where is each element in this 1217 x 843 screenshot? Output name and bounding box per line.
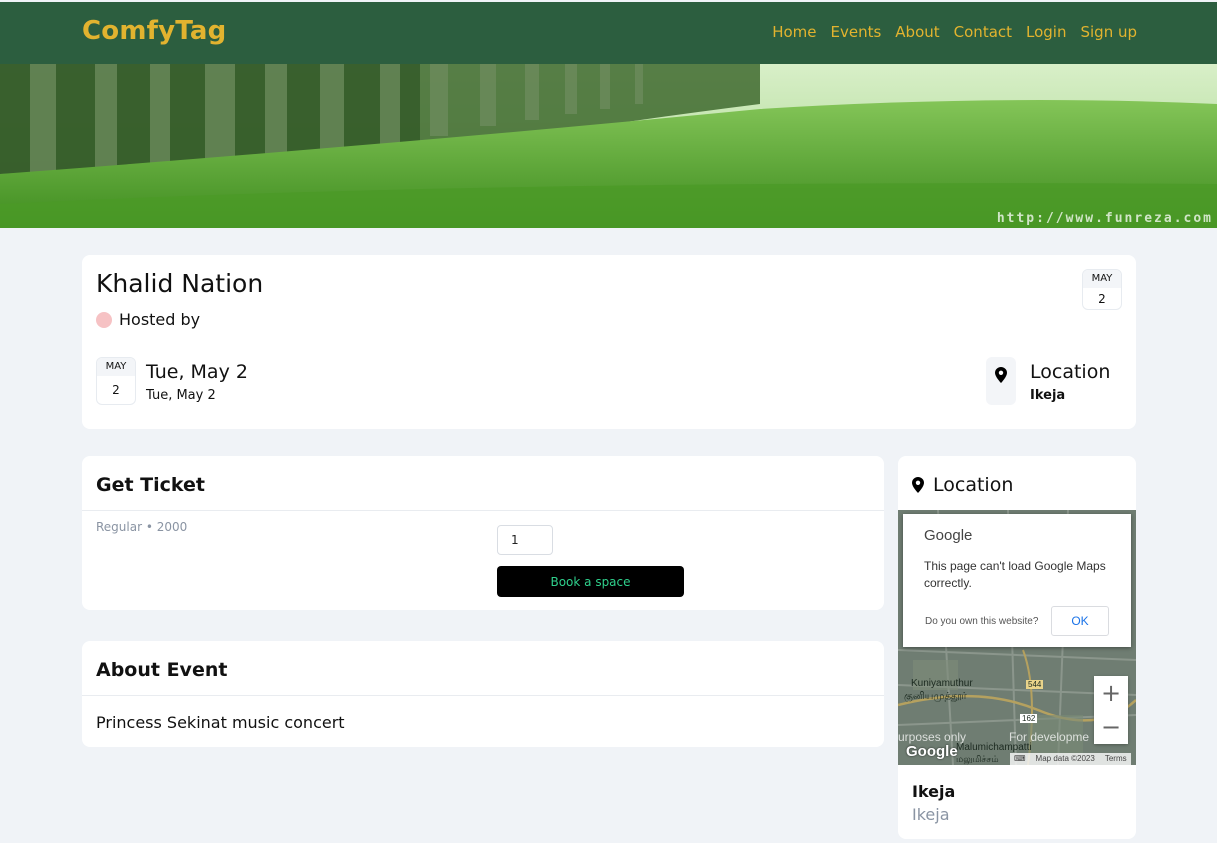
event-date-main: Tue, May 2 xyxy=(146,361,248,383)
host-row: Hosted by xyxy=(96,310,200,329)
calendar-day: 2 xyxy=(112,383,120,397)
map-pin-icon xyxy=(912,477,924,493)
book-space-button[interactable]: Book a space xyxy=(497,566,684,597)
map-dev-watermark-right: For developme xyxy=(1009,730,1090,744)
map-label-malumichampatti-tamil: மலுமிச்சம் xyxy=(956,754,999,764)
map-card-heading: Location xyxy=(912,474,1013,496)
badge-day: 2 xyxy=(1098,292,1106,306)
card-divider xyxy=(82,510,884,511)
about-event-heading: About Event xyxy=(96,659,228,681)
zoom-out-button[interactable]: − xyxy=(1094,710,1128,744)
nav-about-link[interactable]: About xyxy=(895,23,939,41)
dialog-ok-button[interactable]: OK xyxy=(1051,606,1109,636)
event-banner-image: http://www.funreza.com xyxy=(0,64,1217,228)
banner-watermark: http://www.funreza.com xyxy=(996,211,1213,226)
map-place-name: Ikeja xyxy=(912,782,956,801)
nav-home-link[interactable]: Home xyxy=(772,23,816,41)
get-ticket-heading: Get Ticket xyxy=(96,474,206,496)
map-zoom-controls: + − xyxy=(1094,676,1128,744)
map-label-kuniyamuthur-tamil: குனியமுத்தூர் xyxy=(904,691,967,702)
map-terms-link[interactable]: Terms xyxy=(1105,753,1127,765)
map-data-attribution: Map data ©2023 xyxy=(1035,754,1095,763)
location-name: Ikeja xyxy=(1030,388,1066,403)
maps-error-dialog: Google This page can't load Google Maps … xyxy=(903,514,1131,647)
top-navbar: ComfyTag Home Events About Contact Login… xyxy=(0,2,1217,64)
calendar-date-box: MAY 2 xyxy=(96,357,136,405)
ticket-type-label: Regular • 2000 xyxy=(96,520,188,534)
nav-events-link[interactable]: Events xyxy=(831,23,882,41)
event-title: Khalid Nation xyxy=(96,269,264,298)
event-date-badge: MAY 2 xyxy=(1082,269,1122,310)
ticket-quantity-input[interactable] xyxy=(497,525,553,555)
about-event-text: Princess Sekinat music concert xyxy=(96,713,345,732)
zoom-in-button[interactable]: + xyxy=(1094,676,1128,710)
google-map[interactable]: Kuniyamuthur குனியமுத்தூர் 544 162 Malum… xyxy=(898,510,1136,765)
map-dev-watermark-left: urposes only xyxy=(898,730,967,744)
location-map-card: Location Kuniyamuthur குனியமுத்தூர் 544 … xyxy=(898,456,1136,839)
map-attribution-bar: ⌨ Map data ©2023 Terms xyxy=(1010,753,1131,765)
road-544-shield: 544 xyxy=(1026,680,1044,689)
location-title: Location xyxy=(1030,361,1111,383)
card-divider xyxy=(82,695,884,696)
main-nav: Home Events About Contact Login Sign up xyxy=(772,23,1137,41)
brand-logo[interactable]: ComfyTag xyxy=(82,16,226,46)
host-avatar xyxy=(96,311,112,328)
maps-error-message: This page can't load Google Maps correct… xyxy=(924,559,1106,590)
about-event-card: About Event Princess Sekinat music conce… xyxy=(82,641,884,747)
own-website-question: Do you own this website? xyxy=(925,616,1039,627)
nav-contact-link[interactable]: Contact xyxy=(954,23,1012,41)
forest-illustration xyxy=(0,64,1217,228)
calendar-month: MAY xyxy=(97,358,135,376)
road-162-shield: 162 xyxy=(1020,714,1038,723)
event-date-sub: Tue, May 2 xyxy=(146,388,216,403)
badge-month: MAY xyxy=(1083,270,1121,288)
map-card-title: Location xyxy=(933,474,1014,496)
get-ticket-card: Get Ticket Regular • 2000 Book a space xyxy=(82,456,884,610)
keyboard-icon[interactable]: ⌨ xyxy=(1014,753,1026,765)
google-wordmark: Google xyxy=(906,743,958,760)
location-icon-box xyxy=(986,357,1016,405)
nav-login-link[interactable]: Login xyxy=(1026,23,1066,41)
map-place-address: Ikeja xyxy=(912,805,950,824)
map-pin-icon xyxy=(995,367,1007,383)
nav-signup-link[interactable]: Sign up xyxy=(1080,23,1137,41)
map-label-kuniyamuthur: Kuniyamuthur xyxy=(911,678,973,689)
hosted-by-label: Hosted by xyxy=(119,310,201,329)
event-header-card: Khalid Nation Hosted by MAY 2 MAY 2 Tue,… xyxy=(82,255,1136,429)
google-logo: Google xyxy=(924,527,973,544)
